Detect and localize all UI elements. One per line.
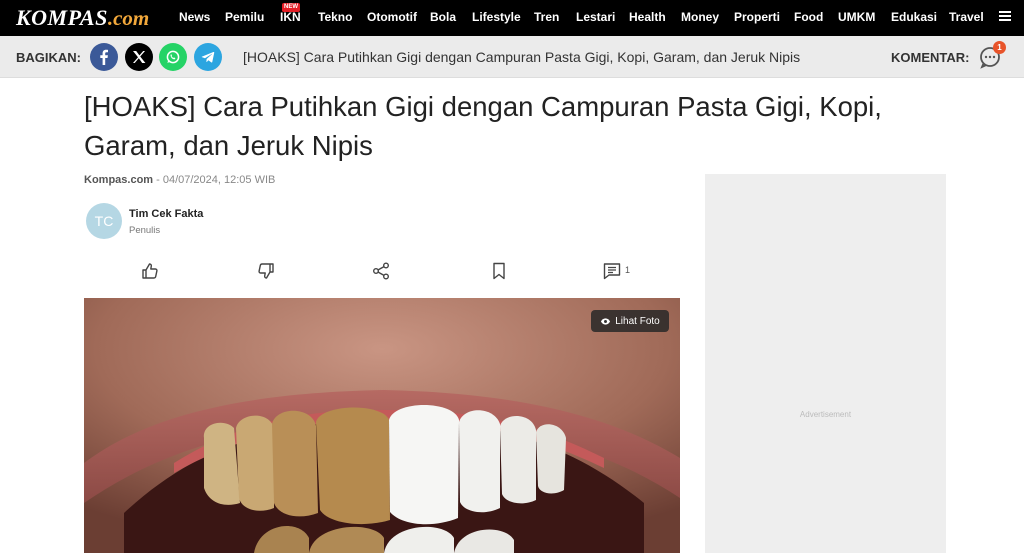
nav-item-bola[interactable]: Bola	[430, 10, 456, 24]
nav-item-lestari[interactable]: Lestari	[576, 10, 615, 24]
nav-item-ikn[interactable]: IKN	[280, 10, 301, 24]
whatsapp-share-button[interactable]	[159, 43, 187, 71]
logo-suffix: .com	[107, 6, 150, 30]
kompas-logo[interactable]: KOMPAS .com	[16, 5, 149, 31]
nav-item-lifestyle[interactable]: Lifestyle	[472, 10, 521, 24]
author-role: Penulis	[129, 225, 161, 236]
eye-icon	[601, 317, 611, 325]
new-badge: NEW	[282, 3, 300, 12]
article-meta: Kompas.com - 04/07/2024, 12:05 WIB	[84, 174, 275, 186]
bookmark-icon	[493, 262, 505, 280]
share-icon	[373, 262, 389, 280]
facebook-share-button[interactable]	[90, 43, 118, 71]
nav-item-pemilu[interactable]: Pemilu	[225, 10, 264, 24]
x-share-button[interactable]	[125, 43, 153, 71]
nav-item-edukasi[interactable]: Edukasi	[891, 10, 937, 24]
nav-item-tren[interactable]: Tren	[534, 10, 559, 24]
nav-item-otomotif[interactable]: Otomotif	[367, 10, 417, 24]
share-label: BAGIKAN:	[16, 50, 81, 65]
comment-icon	[603, 263, 621, 280]
top-navigation: KOMPAS .com News Pemilu IKN NEW Tekno Ot…	[0, 0, 1024, 36]
menu-icon[interactable]	[999, 11, 1011, 23]
share-button[interactable]	[371, 261, 391, 281]
share-bar: BAGIKAN: [HOAKS] Cara Putihkan Gigi deng…	[0, 36, 1024, 78]
thumbs-down-icon	[258, 263, 274, 279]
nav-item-umkm[interactable]: UMKM	[838, 10, 875, 24]
author-name[interactable]: Tim Cek Fakta	[129, 208, 203, 220]
comment-label: KOMENTAR:	[891, 50, 970, 65]
view-photo-label: Lihat Foto	[615, 315, 660, 327]
telegram-share-button[interactable]	[194, 43, 222, 71]
comment-count-badge: 1	[993, 41, 1006, 54]
nav-item-news[interactable]: News	[179, 10, 210, 24]
article-date: - 04/07/2024, 12:05 WIB	[153, 174, 276, 186]
nav-item-travel[interactable]: Travel	[949, 10, 984, 24]
x-icon	[133, 51, 146, 63]
nav-item-health[interactable]: Health	[629, 10, 666, 24]
view-photo-button[interactable]: Lihat Foto	[591, 310, 669, 332]
author-avatar[interactable]: TC	[86, 203, 122, 239]
article-source[interactable]: Kompas.com	[84, 174, 153, 186]
advertisement-label: Advertisement	[799, 410, 852, 419]
comments-count: 1	[625, 265, 631, 275]
whatsapp-icon	[166, 50, 180, 64]
bookmark-button[interactable]	[489, 261, 509, 281]
nav-item-money[interactable]: Money	[681, 10, 719, 24]
thumbs-up-icon	[142, 263, 158, 279]
nav-item-tekno[interactable]: Tekno	[318, 10, 352, 24]
logo-main: KOMPAS	[16, 5, 108, 30]
nav-item-food[interactable]: Food	[794, 10, 823, 24]
comments-button[interactable]	[602, 261, 622, 281]
like-button[interactable]	[140, 261, 160, 281]
share-article-title: [HOAKS] Cara Putihkan Gigi dengan Campur…	[243, 49, 801, 65]
teeth-photo-illustration	[84, 298, 680, 553]
article-headline: [HOAKS] Cara Putihkan Gigi dengan Campur…	[84, 91, 882, 161]
dislike-button[interactable]	[256, 261, 276, 281]
facebook-icon	[100, 49, 108, 65]
article-photo[interactable]	[84, 298, 680, 553]
telegram-icon	[201, 51, 215, 63]
advertisement-slot[interactable]: Advertisement	[705, 174, 946, 553]
nav-item-properti[interactable]: Properti	[734, 10, 780, 24]
